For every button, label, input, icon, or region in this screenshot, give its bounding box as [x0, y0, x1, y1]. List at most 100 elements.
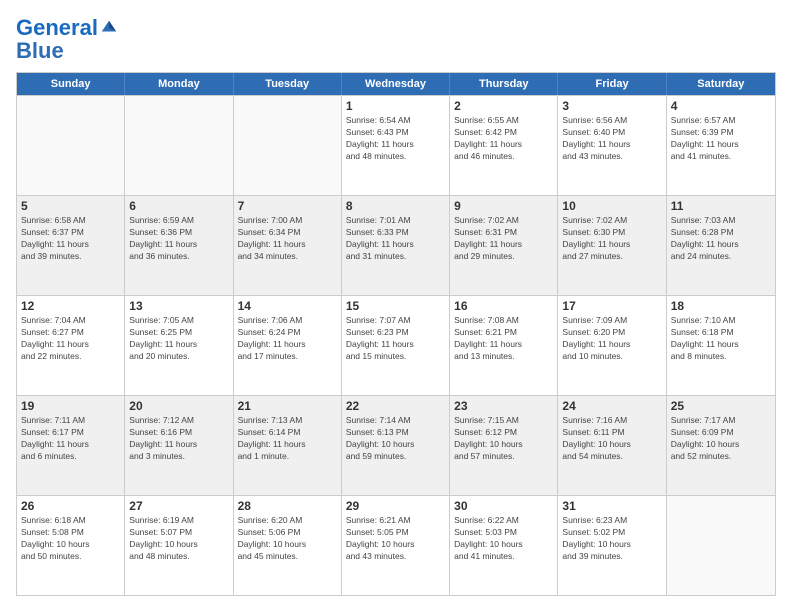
day-info: Sunrise: 7:11 AM Sunset: 6:17 PM Dayligh…	[21, 415, 120, 463]
calendar-cell: 14 Sunrise: 7:06 AM Sunset: 6:24 PM Dayli…	[234, 296, 342, 395]
day-info: Sunrise: 7:12 AM Sunset: 6:16 PM Dayligh…	[129, 415, 228, 463]
day-number: 13	[129, 299, 228, 313]
day-number: 5	[21, 199, 120, 213]
day-number: 10	[562, 199, 661, 213]
calendar-cell: 18 Sunrise: 7:10 AM Sunset: 6:18 PM Dayli…	[667, 296, 775, 395]
logo: General Blue	[16, 16, 118, 62]
day-info: Sunrise: 6:19 AM Sunset: 5:07 PM Dayligh…	[129, 515, 228, 563]
calendar-cell: 15 Sunrise: 7:07 AM Sunset: 6:23 PM Dayli…	[342, 296, 450, 395]
day-number: 30	[454, 499, 553, 513]
calendar-cell: 2Sunrise: 6:55 AM Sunset: 6:42 PM Daylig…	[450, 96, 558, 195]
weekday-header-tuesday: Tuesday	[234, 73, 342, 95]
day-info: Sunrise: 6:20 AM Sunset: 5:06 PM Dayligh…	[238, 515, 337, 563]
day-info: Sunrise: 6:57 AM Sunset: 6:39 PM Dayligh…	[671, 115, 771, 163]
calendar-cell: 17 Sunrise: 7:09 AM Sunset: 6:20 PM Dayli…	[558, 296, 666, 395]
weekday-header-thursday: Thursday	[450, 73, 558, 95]
day-number: 28	[238, 499, 337, 513]
day-info: Sunrise: 7:10 AM Sunset: 6:18 PM Dayligh…	[671, 315, 771, 363]
page-header: General Blue	[16, 16, 776, 62]
day-number: 1	[346, 99, 445, 113]
day-number: 23	[454, 399, 553, 413]
day-number: 8	[346, 199, 445, 213]
calendar-body: 1Sunrise: 6:54 AM Sunset: 6:43 PM Daylig…	[17, 95, 775, 595]
calendar-cell: 28 Sunrise: 6:20 AM Sunset: 5:06 PM Dayli…	[234, 496, 342, 595]
day-number: 18	[671, 299, 771, 313]
calendar-cell: 26 Sunrise: 6:18 AM Sunset: 5:08 PM Dayli…	[17, 496, 125, 595]
day-info: Sunrise: 7:05 AM Sunset: 6:25 PM Dayligh…	[129, 315, 228, 363]
weekday-header-monday: Monday	[125, 73, 233, 95]
day-info: Sunrise: 6:23 AM Sunset: 5:02 PM Dayligh…	[562, 515, 661, 563]
calendar-cell: 25 Sunrise: 7:17 AM Sunset: 6:09 PM Dayli…	[667, 396, 775, 495]
calendar-row-1: 1Sunrise: 6:54 AM Sunset: 6:43 PM Daylig…	[17, 95, 775, 195]
day-number: 19	[21, 399, 120, 413]
day-number: 15	[346, 299, 445, 313]
calendar-cell: 19 Sunrise: 7:11 AM Sunset: 6:17 PM Dayli…	[17, 396, 125, 495]
calendar-header: SundayMondayTuesdayWednesdayThursdayFrid…	[17, 73, 775, 95]
calendar-cell: 16Sunrise: 7:08 AM Sunset: 6:21 PM Dayli…	[450, 296, 558, 395]
day-info: Sunrise: 7:14 AM Sunset: 6:13 PM Dayligh…	[346, 415, 445, 463]
calendar-cell: 11 Sunrise: 7:03 AM Sunset: 6:28 PM Dayli…	[667, 196, 775, 295]
calendar-row-4: 19 Sunrise: 7:11 AM Sunset: 6:17 PM Dayli…	[17, 395, 775, 495]
calendar-row-5: 26 Sunrise: 6:18 AM Sunset: 5:08 PM Dayli…	[17, 495, 775, 595]
day-info: Sunrise: 6:56 AM Sunset: 6:40 PM Dayligh…	[562, 115, 661, 163]
logo-text: General	[16, 16, 98, 40]
calendar-cell: 8 Sunrise: 7:01 AM Sunset: 6:33 PM Daylig…	[342, 196, 450, 295]
calendar-cell: 31 Sunrise: 6:23 AM Sunset: 5:02 PM Dayli…	[558, 496, 666, 595]
calendar-cell	[667, 496, 775, 595]
calendar-cell: 10 Sunrise: 7:02 AM Sunset: 6:30 PM Dayli…	[558, 196, 666, 295]
day-info: Sunrise: 6:18 AM Sunset: 5:08 PM Dayligh…	[21, 515, 120, 563]
logo-icon	[100, 18, 118, 36]
weekday-header-friday: Friday	[558, 73, 666, 95]
day-number: 22	[346, 399, 445, 413]
calendar-cell: 13 Sunrise: 7:05 AM Sunset: 6:25 PM Dayli…	[125, 296, 233, 395]
day-info: Sunrise: 6:22 AM Sunset: 5:03 PM Dayligh…	[454, 515, 553, 563]
calendar-cell	[17, 96, 125, 195]
day-number: 11	[671, 199, 771, 213]
calendar-cell: 29 Sunrise: 6:21 AM Sunset: 5:05 PM Dayli…	[342, 496, 450, 595]
calendar-cell: 5 Sunrise: 6:58 AM Sunset: 6:37 PM Daylig…	[17, 196, 125, 295]
day-number: 27	[129, 499, 228, 513]
day-info: Sunrise: 7:01 AM Sunset: 6:33 PM Dayligh…	[346, 215, 445, 263]
day-number: 14	[238, 299, 337, 313]
day-number: 16	[454, 299, 553, 313]
day-info: Sunrise: 7:04 AM Sunset: 6:27 PM Dayligh…	[21, 315, 120, 363]
day-info: Sunrise: 7:15 AM Sunset: 6:12 PM Dayligh…	[454, 415, 553, 463]
day-info: Sunrise: 7:02 AM Sunset: 6:30 PM Dayligh…	[562, 215, 661, 263]
day-info: Sunrise: 7:09 AM Sunset: 6:20 PM Dayligh…	[562, 315, 661, 363]
day-number: 26	[21, 499, 120, 513]
day-number: 24	[562, 399, 661, 413]
day-info: Sunrise: 7:07 AM Sunset: 6:23 PM Dayligh…	[346, 315, 445, 363]
calendar-cell: 7 Sunrise: 7:00 AM Sunset: 6:34 PM Daylig…	[234, 196, 342, 295]
day-info: Sunrise: 6:21 AM Sunset: 5:05 PM Dayligh…	[346, 515, 445, 563]
day-info: Sunrise: 7:00 AM Sunset: 6:34 PM Dayligh…	[238, 215, 337, 263]
day-number: 29	[346, 499, 445, 513]
calendar-cell: 1Sunrise: 6:54 AM Sunset: 6:43 PM Daylig…	[342, 96, 450, 195]
day-info: Sunrise: 6:58 AM Sunset: 6:37 PM Dayligh…	[21, 215, 120, 263]
day-info: Sunrise: 7:03 AM Sunset: 6:28 PM Dayligh…	[671, 215, 771, 263]
day-number: 17	[562, 299, 661, 313]
day-number: 7	[238, 199, 337, 213]
day-number: 4	[671, 99, 771, 113]
calendar-cell: 21Sunrise: 7:13 AM Sunset: 6:14 PM Dayli…	[234, 396, 342, 495]
calendar-cell	[125, 96, 233, 195]
calendar-cell	[234, 96, 342, 195]
weekday-header-saturday: Saturday	[667, 73, 775, 95]
day-number: 12	[21, 299, 120, 313]
day-info: Sunrise: 7:02 AM Sunset: 6:31 PM Dayligh…	[454, 215, 553, 263]
day-info: Sunrise: 7:17 AM Sunset: 6:09 PM Dayligh…	[671, 415, 771, 463]
calendar-cell: 24 Sunrise: 7:16 AM Sunset: 6:11 PM Dayli…	[558, 396, 666, 495]
day-info: Sunrise: 7:16 AM Sunset: 6:11 PM Dayligh…	[562, 415, 661, 463]
calendar-cell: 20 Sunrise: 7:12 AM Sunset: 6:16 PM Dayli…	[125, 396, 233, 495]
day-number: 20	[129, 399, 228, 413]
day-info: Sunrise: 7:13 AM Sunset: 6:14 PM Dayligh…	[238, 415, 337, 463]
calendar-cell: 23 Sunrise: 7:15 AM Sunset: 6:12 PM Dayli…	[450, 396, 558, 495]
calendar-cell: 22 Sunrise: 7:14 AM Sunset: 6:13 PM Dayli…	[342, 396, 450, 495]
day-number: 2	[454, 99, 553, 113]
day-info: Sunrise: 7:06 AM Sunset: 6:24 PM Dayligh…	[238, 315, 337, 363]
day-number: 25	[671, 399, 771, 413]
day-number: 31	[562, 499, 661, 513]
day-info: Sunrise: 6:59 AM Sunset: 6:36 PM Dayligh…	[129, 215, 228, 263]
calendar-cell: 27 Sunrise: 6:19 AM Sunset: 5:07 PM Dayli…	[125, 496, 233, 595]
calendar: SundayMondayTuesdayWednesdayThursdayFrid…	[16, 72, 776, 596]
calendar-cell: 3Sunrise: 6:56 AM Sunset: 6:40 PM Daylig…	[558, 96, 666, 195]
